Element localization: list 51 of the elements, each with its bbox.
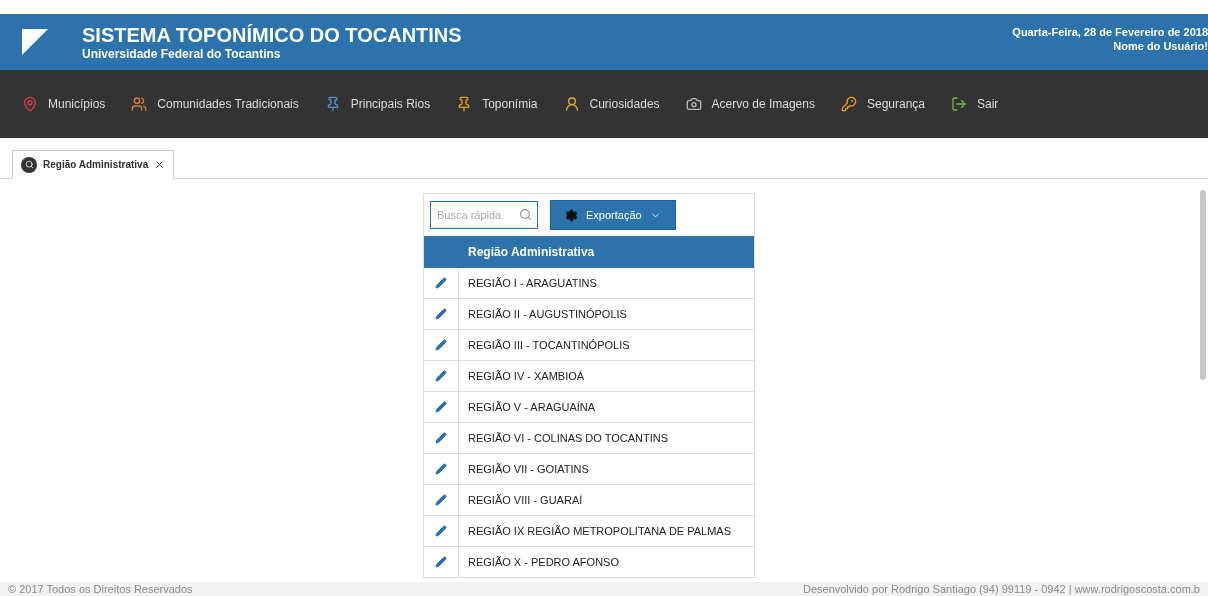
- search-icon: [519, 208, 532, 221]
- camera-icon: [685, 96, 702, 112]
- table-cell-text: REGIÃO VI - COLINAS DO TOCANTINS: [467, 431, 669, 446]
- menu-item[interactable]: Sair: [951, 96, 999, 112]
- logo-icon: [20, 27, 50, 57]
- table-cell-text: REGIÃO VIII - GUARAÍ: [467, 493, 583, 508]
- gear-icon: [565, 208, 578, 222]
- pencil-icon[interactable]: [435, 463, 447, 475]
- table-cell-text: REGIÃO V - ARAGUAÍNA: [467, 400, 596, 415]
- pencil-icon[interactable]: [435, 401, 447, 413]
- table-cell-text: REGIÃO IX REGIÃO METROPOLITANA DE PALMAS: [467, 524, 732, 539]
- app-title: SISTEMA TOPONÍMICO DO TOCANTINS: [82, 23, 463, 47]
- menu-item[interactable]: Segurança: [840, 96, 925, 112]
- developer-credit: Desenvolvido por Rodrigo Santiago (94) 99119 - 0942 | www.rodrigoscosta.com.b: [802, 583, 1200, 595]
- table-cell-text: REGIÃO IV - XAMBIOÁ: [467, 369, 585, 384]
- pencil-icon[interactable]: [435, 556, 447, 568]
- menu-item[interactable]: Principais Rios: [324, 96, 431, 112]
- exit-icon: [951, 96, 967, 112]
- table-cell-text: REGIÃO III - TOCANTINÓPOLIS: [467, 338, 630, 353]
- user-name: Nome do Usuário!: [1113, 40, 1208, 52]
- pencil-icon[interactable]: [435, 277, 447, 289]
- map-pin-icon: [22, 96, 38, 112]
- person-icon: [563, 96, 580, 112]
- pencil-icon[interactable]: [435, 525, 447, 537]
- export-button[interactable]: Exportação: [550, 200, 676, 230]
- table-cell-text: REGIÃO I - ARAGUATINS: [467, 276, 597, 291]
- pencil-icon[interactable]: [435, 339, 447, 351]
- table-cell-text: REGIÃO II - AUGUSTINÓPOLIS: [467, 307, 627, 322]
- menu-item[interactable]: Acervo de Imagens: [685, 96, 815, 112]
- pencil-icon[interactable]: [435, 494, 447, 506]
- menu-item[interactable]: Comunidades Tradicionais: [131, 96, 299, 112]
- scrollbar[interactable]: [1200, 190, 1206, 380]
- app-subtitle: Universidade Federal do Tocantins: [82, 46, 282, 61]
- current-date: Quarta-Feira, 28 de Fevereiro de 2018: [1012, 26, 1208, 38]
- pencil-icon[interactable]: [435, 432, 447, 444]
- tab-label: Região Administrativa: [43, 159, 149, 170]
- close-icon[interactable]: [154, 159, 166, 170]
- menu-item[interactable]: Toponímia: [456, 96, 538, 112]
- column-header: Região Administrativa: [467, 245, 595, 259]
- copyright-text: © 2017 Todos os Direitos Reservados: [8, 583, 193, 595]
- search-icon: [21, 156, 37, 173]
- table-cell-text: REGIÃO X - PEDRO AFONSO: [467, 555, 619, 570]
- menu-item[interactable]: Curiosidades: [563, 96, 660, 112]
- menu-item[interactable]: Municípios: [22, 96, 106, 112]
- key-icon: [840, 96, 857, 112]
- table-cell-text: REGIÃO VII - GOIATINS: [467, 462, 589, 477]
- pencil-icon[interactable]: [435, 308, 447, 320]
- people-icon: [131, 96, 148, 112]
- pencil-icon[interactable]: [435, 370, 447, 382]
- search-field[interactable]: Busca rápida: [430, 201, 538, 229]
- tab[interactable]: Região Administrativa: [12, 150, 175, 179]
